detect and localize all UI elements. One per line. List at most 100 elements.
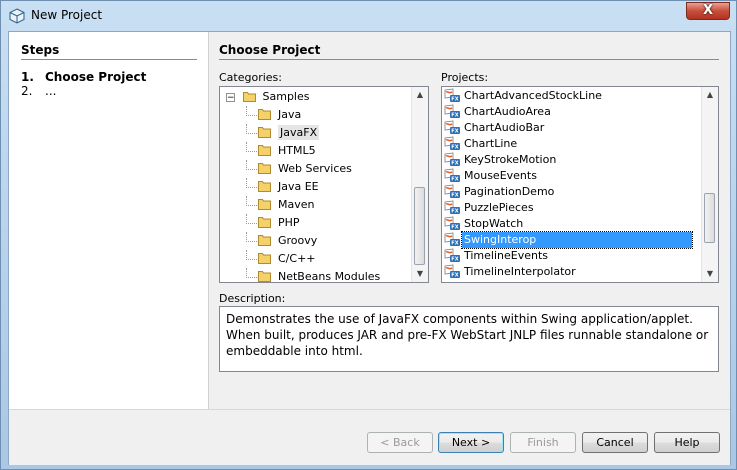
svg-text:FX: FX [451, 177, 458, 182]
categories-label: Categories: [219, 71, 282, 84]
svg-text:FX: FX [451, 129, 458, 134]
scroll-down-icon[interactable]: ▼ [412, 266, 428, 282]
title-bar[interactable]: New Project X [1, 1, 736, 31]
tree-node-label: Samples [262, 90, 310, 103]
project-item-label: SwingInterop [461, 231, 693, 249]
step-item: 2.... [21, 84, 56, 98]
javafx-project-icon: FX [444, 104, 460, 119]
collapse-icon[interactable]: − [226, 93, 235, 103]
folder-icon [258, 216, 272, 228]
project-item-label: MouseEvents [464, 169, 537, 182]
cancel-button[interactable]: Cancel [582, 432, 648, 453]
scroll-thumb[interactable] [704, 193, 715, 243]
folder-icon [258, 270, 272, 282]
back-button[interactable]: < Back [367, 432, 433, 453]
close-icon: X [702, 3, 714, 18]
tree-item-label: JavaFX [278, 125, 320, 140]
dialog-body: Steps 1. Choose Project 2.... Choose Proj… [8, 31, 731, 465]
project-item-label: PuzzlePieces [464, 201, 534, 214]
folder-icon [258, 252, 272, 264]
close-button[interactable]: X [686, 2, 730, 20]
folder-icon [258, 198, 272, 210]
project-item-label: TimelineInterpolator [464, 265, 576, 278]
step-number: 2. [21, 84, 33, 98]
project-item[interactable]: FX StopWatch [444, 216, 523, 232]
help-button[interactable]: Help [654, 432, 720, 453]
svg-text:FX: FX [451, 145, 458, 150]
tree-item[interactable]: HTML5 [246, 142, 316, 160]
tree-item[interactable]: JavaFX [246, 124, 320, 142]
javafx-project-icon: FX [444, 88, 460, 103]
javafx-project-icon: FX [444, 216, 460, 231]
javafx-project-icon: FX [444, 232, 460, 247]
tree-item[interactable]: Web Services [246, 160, 352, 178]
project-item[interactable]: FX ChartAdvancedStockLine [444, 88, 602, 104]
project-item-label: TimelineEvents [464, 249, 549, 262]
choose-project-panel: Choose Project Categories: Projects: − S… [209, 32, 730, 409]
tree-item[interactable]: Java EE [246, 178, 319, 196]
folder-icon [258, 108, 272, 120]
scroll-thumb[interactable] [414, 187, 425, 265]
project-item[interactable]: FX PaginationDemo [444, 184, 554, 200]
tree-item[interactable]: NetBeans Modules [246, 268, 381, 283]
folder-open-icon [242, 90, 257, 102]
projects-scrollbar[interactable]: ▲ ▼ [701, 87, 718, 282]
scroll-up-icon[interactable]: ▲ [412, 87, 428, 103]
svg-text:FX: FX [451, 161, 458, 166]
tree-item-label: PHP [278, 216, 300, 229]
javafx-project-icon: FX [444, 136, 460, 151]
svg-text:FX: FX [451, 113, 458, 118]
folder-icon [258, 126, 272, 138]
tree-item[interactable]: PHP [246, 214, 300, 232]
tree-connector [246, 232, 257, 242]
project-item[interactable]: FX MouseEvents [444, 168, 537, 184]
panel-heading: Choose Project [219, 43, 321, 57]
tree-item-label: C/C++ [278, 252, 316, 265]
projects-list[interactable]: FX ChartAdvancedStockLine FX ChartAudioArea… [441, 86, 719, 283]
tree-item-label: HTML5 [278, 144, 316, 157]
project-item[interactable]: FX TimelineInterpolator [444, 264, 576, 280]
tree-connector [246, 178, 257, 188]
svg-text:FX: FX [451, 225, 458, 230]
categories-tree[interactable]: − Samples Java JavaFX HTML5 Web Services Jav… [219, 86, 429, 283]
project-item[interactable]: FX PuzzlePieces [444, 200, 534, 216]
javafx-project-icon: FX [444, 152, 460, 167]
project-item[interactable]: FX SwingInterop [444, 231, 693, 249]
description-label: Description: [219, 292, 286, 305]
javafx-project-icon: FX [444, 184, 460, 199]
project-item[interactable]: FX ChartAudioBar [444, 120, 544, 136]
step-label: Choose Project [45, 70, 147, 84]
categories-scrollbar[interactable]: ▲ ▼ [411, 87, 428, 282]
project-item-label: ChartLine [464, 137, 518, 150]
project-item-label: ChartAudioArea [464, 105, 551, 118]
finish-button[interactable]: Finish [510, 432, 576, 453]
project-item[interactable]: FX TimelineEvents [444, 248, 548, 264]
javafx-project-icon: FX [444, 120, 460, 135]
tree-item[interactable]: Groovy [246, 232, 317, 250]
tree-root-samples[interactable]: − Samples [226, 88, 309, 106]
svg-text:FX: FX [451, 209, 458, 214]
scroll-down-icon[interactable]: ▼ [702, 266, 718, 282]
project-item[interactable]: FX ChartLine [444, 136, 517, 152]
project-item-label: StopWatch [464, 217, 524, 230]
tree-item[interactable]: C/C++ [246, 250, 316, 268]
tree-item-label: Maven [278, 198, 315, 211]
tree-item[interactable]: Maven [246, 196, 315, 214]
project-item[interactable]: FX ChartAudioArea [444, 104, 551, 120]
project-item-label: KeyStrokeMotion [464, 153, 557, 166]
folder-icon [258, 162, 272, 174]
step-item: 1. Choose Project [21, 70, 146, 84]
tree-connector [246, 106, 257, 116]
folder-icon [258, 234, 272, 246]
folder-icon [258, 144, 272, 156]
step-number: 1. [21, 70, 34, 84]
tree-item[interactable]: Java [246, 106, 301, 124]
tree-item-label: NetBeans Modules [278, 270, 381, 283]
project-item[interactable]: FX KeyStrokeMotion [444, 152, 556, 168]
next-button[interactable]: Next > [438, 432, 504, 453]
window-title: New Project [31, 8, 103, 22]
tree-connector [246, 124, 257, 134]
netbeans-cube-icon [9, 8, 25, 24]
divider [219, 59, 719, 60]
scroll-up-icon[interactable]: ▲ [702, 87, 718, 103]
